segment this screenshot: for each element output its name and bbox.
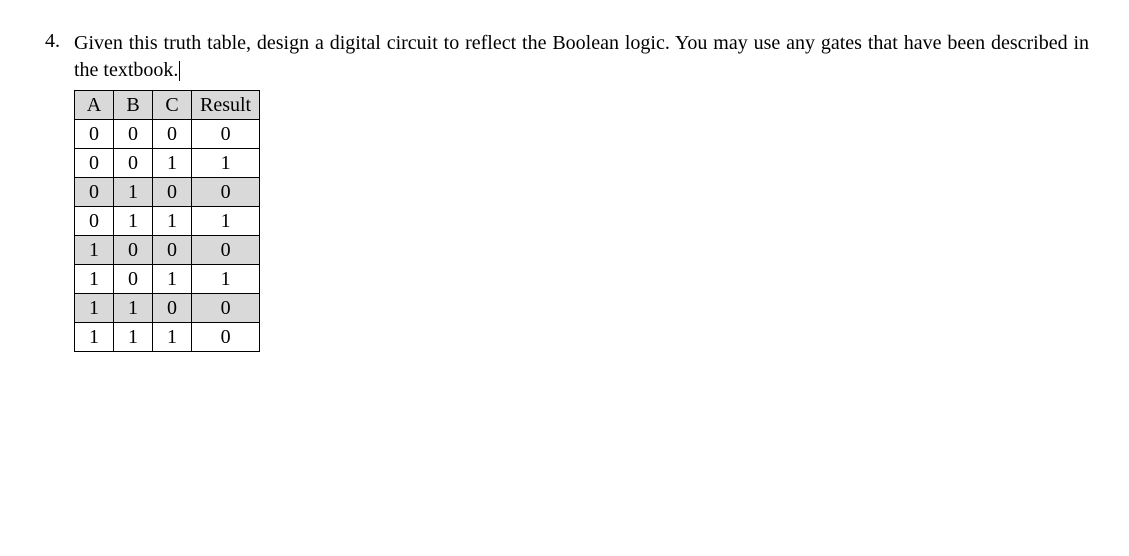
table-cell: 0 [153, 236, 192, 265]
table-cell: 0 [114, 120, 153, 149]
table-cell: 0 [192, 178, 260, 207]
table-cell: 0 [114, 149, 153, 178]
table-row: 0011 [75, 149, 260, 178]
table-cell: 0 [75, 120, 114, 149]
table-cell: 0 [114, 265, 153, 294]
table-cell: 0 [192, 294, 260, 323]
table-row: 1000 [75, 236, 260, 265]
table-cell: 1 [114, 323, 153, 352]
question-text-content: Given this truth table, design a digital… [74, 32, 1089, 81]
table-cell: 1 [192, 265, 260, 294]
table-cell: 1 [153, 265, 192, 294]
table-cell: 0 [153, 294, 192, 323]
table-cell: 1 [114, 207, 153, 236]
table-header-row: A B C Result [75, 91, 260, 120]
table-cell: 1 [114, 178, 153, 207]
table-header-result: Result [192, 91, 260, 120]
table-row: 1011 [75, 265, 260, 294]
table-cell: 0 [153, 120, 192, 149]
table-cell: 0 [192, 120, 260, 149]
table-cell: 0 [192, 236, 260, 265]
table-cell: 0 [75, 207, 114, 236]
table-row: 0111 [75, 207, 260, 236]
table-header-c: C [153, 91, 192, 120]
truth-table: A B C Result 000000110100011110001011110… [74, 90, 260, 352]
table-cell: 0 [114, 236, 153, 265]
text-cursor-icon [179, 61, 180, 81]
table-cell: 1 [75, 265, 114, 294]
table-cell: 1 [153, 323, 192, 352]
question-text: Given this truth table, design a digital… [74, 30, 1089, 84]
table-cell: 1 [153, 207, 192, 236]
question-number: 4. [40, 30, 60, 53]
table-cell: 1 [75, 294, 114, 323]
table-cell: 1 [192, 207, 260, 236]
question-body: Given this truth table, design a digital… [74, 30, 1089, 352]
table-header-a: A [75, 91, 114, 120]
table-cell: 1 [153, 149, 192, 178]
table-row: 0100 [75, 178, 260, 207]
table-row: 0000 [75, 120, 260, 149]
question-container: 4. Given this truth table, design a digi… [40, 30, 1089, 352]
table-row: 1100 [75, 294, 260, 323]
table-cell: 0 [153, 178, 192, 207]
table-cell: 1 [75, 323, 114, 352]
table-header-b: B [114, 91, 153, 120]
table-cell: 1 [75, 236, 114, 265]
table-cell: 0 [192, 323, 260, 352]
table-row: 1110 [75, 323, 260, 352]
table-cell: 1 [192, 149, 260, 178]
table-cell: 0 [75, 178, 114, 207]
table-cell: 1 [114, 294, 153, 323]
table-cell: 0 [75, 149, 114, 178]
